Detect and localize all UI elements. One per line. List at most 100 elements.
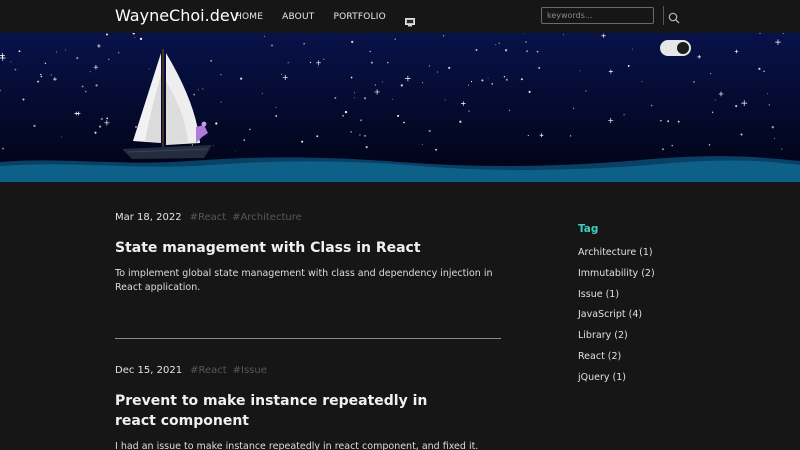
star (243, 139, 246, 141)
post-meta: Mar 18, 2022 #React #Architecture (115, 212, 505, 223)
star (350, 76, 353, 79)
star (763, 70, 765, 73)
tag-link-architecture[interactable]: Architecture (1) (578, 246, 655, 267)
star (94, 131, 97, 134)
nav-portfolio[interactable]: PORTFOLIO (333, 12, 385, 22)
star (397, 114, 400, 117)
tag-heading: Tag (578, 223, 599, 235)
star (359, 134, 361, 136)
post-description: To implement global state management wit… (115, 268, 493, 293)
post-date: Dec 15, 2021 (115, 365, 183, 376)
star (623, 114, 625, 116)
star (448, 66, 451, 69)
star (212, 145, 214, 147)
star (240, 77, 243, 80)
post-tag[interactable]: #Architecture (232, 212, 302, 223)
star (364, 135, 366, 137)
site-header: WayneChoi.dev HOME ABOUT PORTFOLIO (0, 0, 800, 33)
star (710, 73, 712, 75)
star (98, 125, 102, 128)
star (264, 35, 265, 37)
star (538, 66, 541, 69)
star (317, 66, 319, 67)
tag-link-issue[interactable]: Issue (1) (578, 288, 655, 309)
tag-list: Architecture (1) Immutability (2) Issue … (578, 246, 655, 392)
star (579, 70, 581, 72)
tag-link-library[interactable]: Library (2) (578, 329, 655, 350)
search-input[interactable] (541, 7, 654, 24)
tag-link-immutability[interactable]: Immutability (2) (578, 267, 655, 288)
star (271, 44, 273, 47)
main-nav: HOME ABOUT PORTFOLIO (235, 12, 415, 27)
star (55, 51, 57, 53)
star (505, 78, 508, 81)
theme-toggle[interactable] (660, 40, 691, 56)
star (360, 119, 362, 121)
post-title[interactable]: State management with Class in React (115, 238, 505, 258)
post-card: Dec 15, 2021 #React #Issue Prevent to ma… (115, 365, 505, 450)
star (61, 136, 63, 138)
star (249, 128, 251, 131)
star (569, 135, 572, 137)
star (435, 148, 438, 151)
post-tag[interactable]: #React (190, 212, 227, 223)
star (76, 57, 79, 60)
star (677, 120, 680, 123)
star (400, 84, 403, 87)
star (509, 109, 511, 111)
star (773, 137, 776, 139)
star (442, 35, 445, 37)
site-logo-link[interactable]: WayneChoi.dev (115, 6, 239, 25)
star (18, 50, 21, 53)
post-tag[interactable]: #React (190, 365, 227, 376)
star (10, 61, 12, 63)
star (771, 126, 774, 129)
star (33, 124, 36, 128)
star (387, 61, 389, 64)
star (498, 42, 500, 44)
star (660, 119, 662, 122)
star (585, 90, 587, 92)
star (403, 121, 405, 124)
star (470, 80, 473, 83)
star (374, 84, 377, 86)
star (363, 97, 367, 100)
nav-home[interactable]: HOME (235, 12, 263, 22)
star (758, 67, 761, 70)
tag-link-react[interactable]: React (2) (578, 350, 655, 371)
star (370, 61, 373, 64)
star (735, 105, 738, 108)
star (309, 61, 312, 64)
tag-link-jquery[interactable]: jQuery (1) (578, 371, 655, 392)
star (536, 50, 539, 53)
post-title[interactable]: Prevent to make instance repeatedly in r… (115, 391, 445, 431)
star (475, 48, 478, 51)
monitor-icon[interactable] (404, 12, 415, 27)
star (468, 84, 470, 86)
star (528, 90, 531, 94)
star (391, 98, 393, 100)
tag-link-javascript[interactable]: JavaScript (4) (578, 308, 655, 329)
search-icon[interactable] (668, 9, 680, 24)
star (422, 82, 423, 84)
star (365, 145, 368, 149)
search-divider (663, 6, 664, 25)
star (428, 129, 431, 133)
star (139, 37, 143, 41)
post-tag[interactable]: #Issue (233, 365, 267, 376)
star (523, 33, 524, 35)
star (81, 85, 84, 88)
star (100, 117, 103, 121)
star (210, 59, 213, 62)
star (667, 120, 670, 123)
star (37, 80, 40, 83)
star (235, 150, 237, 152)
star (118, 52, 120, 54)
star (275, 106, 277, 108)
star (650, 104, 653, 107)
nav-about[interactable]: ABOUT (282, 12, 314, 22)
star (781, 148, 783, 150)
star (693, 81, 695, 83)
star (504, 49, 508, 52)
star (631, 48, 633, 50)
